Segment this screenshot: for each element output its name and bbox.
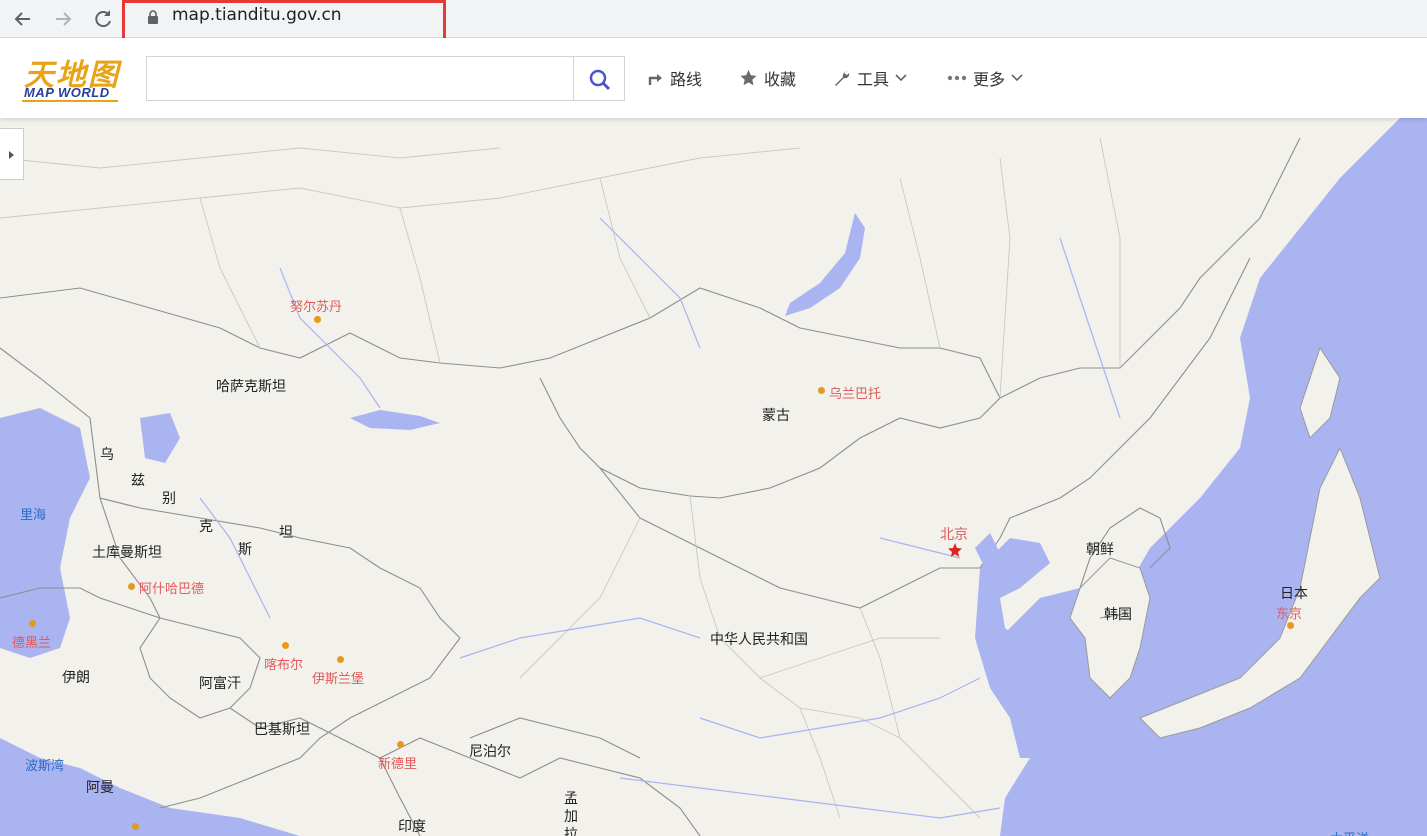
label-uzbekistan-6: 坦 (279, 524, 293, 540)
label-caspian-sea: 里海 (20, 507, 47, 522)
more-label: 更多 (973, 72, 1006, 89)
ellipsis-icon (947, 75, 967, 81)
label-beijing: 北京 (940, 526, 968, 542)
label-islamabad: 伊斯兰堡 (312, 671, 365, 686)
label-oman: 阿曼 (86, 779, 114, 795)
label-kabul: 喀布尔 (264, 657, 304, 672)
label-india: 印度 (398, 818, 426, 834)
route-icon (648, 74, 662, 85)
search-input[interactable] (146, 56, 574, 101)
caret-right-icon (8, 151, 14, 159)
label-bangladesh-3: 拉 (564, 826, 578, 836)
label-bangladesh-1: 孟 (564, 790, 578, 806)
city-marker[interactable] (314, 316, 321, 323)
label-japan: 日本 (1280, 585, 1308, 601)
label-ashgabat: 阿什哈巴德 (139, 581, 205, 596)
map-base (0, 118, 1427, 836)
label-pacific: 太平洋 (1330, 828, 1369, 836)
star-icon (740, 70, 757, 86)
label-uzbekistan-1: 乌 (100, 446, 114, 462)
label-china: 中华人民共和国 (710, 631, 808, 647)
wrench-icon (835, 71, 850, 86)
label-uzbekistan-3: 别 (162, 490, 176, 506)
city-marker[interactable] (282, 642, 289, 649)
city-marker[interactable] (397, 741, 404, 748)
label-kazakhstan: 哈萨克斯坦 (216, 378, 286, 394)
tools-menu[interactable]: 工具 (833, 66, 907, 90)
city-marker[interactable] (132, 823, 139, 830)
favorites-label: 收藏 (764, 72, 797, 89)
logo-underline (22, 100, 118, 102)
panel-toggle-button[interactable] (0, 128, 24, 180)
label-uzbekistan-2: 兹 (131, 472, 145, 488)
reload-icon[interactable] (90, 6, 116, 32)
logo-english[interactable]: MAP WORLD (24, 85, 110, 100)
label-afghanistan: 阿富汗 (199, 675, 241, 691)
label-tokyo: 东京 (1276, 606, 1303, 621)
favorites-menu[interactable]: 收藏 (739, 66, 796, 90)
route-label: 路线 (670, 72, 703, 89)
label-tehran: 德黑兰 (12, 635, 52, 650)
city-marker[interactable] (337, 656, 344, 663)
chevron-down-icon (1011, 74, 1023, 82)
app-header: 天地图 MAP WORLD 路线 收藏 工具 更多 (0, 38, 1427, 118)
label-new-delhi: 新德里 (378, 756, 418, 771)
forward-arrow-icon[interactable] (50, 6, 76, 32)
city-marker[interactable] (818, 387, 825, 394)
search-icon (589, 69, 611, 91)
label-bangladesh-2: 加 (564, 808, 578, 824)
label-nursultan: 努尔苏丹 (290, 299, 343, 314)
label-ulaanbaatar: 乌兰巴托 (829, 386, 882, 401)
label-turkmenistan: 土库曼斯坦 (92, 544, 162, 560)
back-arrow-icon[interactable] (10, 6, 36, 32)
tools-label: 工具 (857, 72, 890, 89)
label-south-korea: 韩国 (1104, 606, 1132, 622)
label-nepal: 尼泊尔 (469, 743, 511, 759)
search-button[interactable] (573, 56, 625, 101)
label-mongolia: 蒙古 (762, 407, 790, 423)
city-marker[interactable] (1287, 622, 1294, 629)
label-persian-gulf: 波斯湾 (25, 758, 65, 773)
label-uzbekistan-5: 斯 (238, 541, 252, 557)
label-uzbekistan-4: 克 (199, 518, 213, 534)
label-pakistan: 巴基斯坦 (254, 721, 310, 737)
chevron-down-icon (895, 74, 907, 82)
city-marker[interactable] (128, 583, 135, 590)
route-menu[interactable]: 路线 (646, 66, 702, 90)
city-marker[interactable] (29, 620, 36, 627)
label-iran: 伊朗 (62, 669, 90, 685)
more-menu[interactable]: 更多 (947, 66, 1023, 90)
label-north-korea: 朝鲜 (1086, 541, 1114, 557)
map-canvas[interactable]: 哈萨克斯坦 蒙古 中华人民共和国 乌 兹 别 克 斯 坦 土库曼斯坦 伊朗 阿富… (0, 118, 1427, 836)
capital-star-icon[interactable] (947, 542, 963, 558)
